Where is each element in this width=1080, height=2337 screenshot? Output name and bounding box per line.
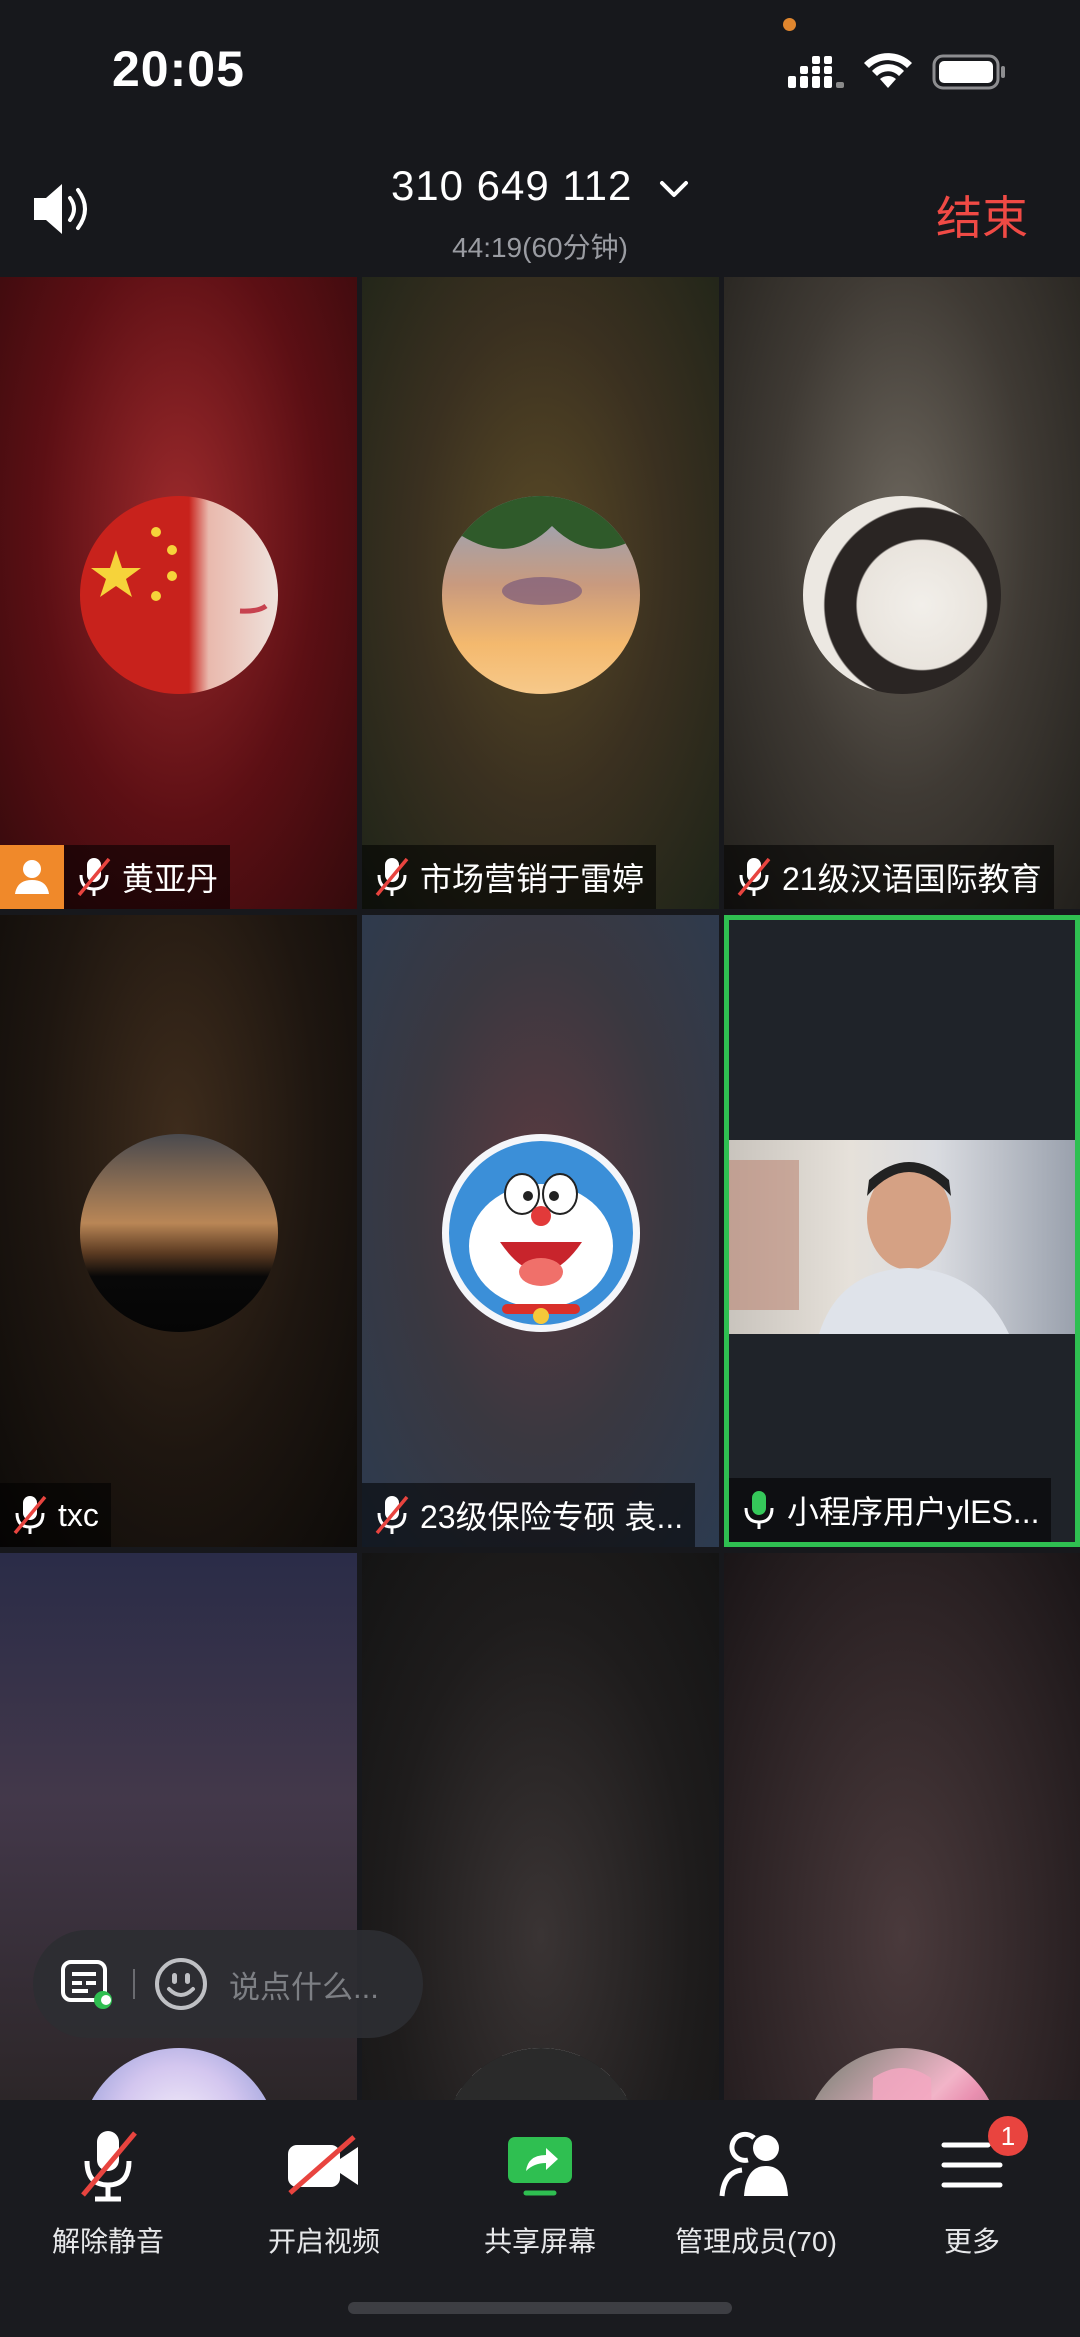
wifi-icon [864, 53, 912, 88]
avatar [79, 2048, 278, 2100]
mic-muted-icon [375, 857, 409, 897]
avatar [441, 2048, 640, 2100]
avatar [441, 1134, 640, 1332]
person-video-icon [729, 1160, 1009, 1334]
video-icon-wrap [216, 2120, 432, 2210]
status-bar: 20:05 [0, 0, 1080, 140]
participant-tile[interactable] [724, 1553, 1080, 2100]
participant-tile[interactable]: 黄亚丹 [0, 277, 357, 909]
video-off-icon [288, 2135, 358, 2195]
share-screen-icon [508, 2137, 572, 2196]
notification-badge: 1 [988, 2116, 1028, 2156]
name-bar: 黄亚丹 [0, 845, 231, 909]
recording-dot-icon [783, 18, 796, 31]
members-icon-wrap [648, 2120, 864, 2210]
anime-guitar-avatar-icon [872, 2068, 932, 2100]
unmute-button[interactable]: 解除静音 [0, 2120, 216, 2260]
participant-name: 21级汉语国际教育 [782, 861, 1042, 897]
participant-tile[interactable] [362, 1553, 719, 2100]
manage-members-label: 管理成员(70) [675, 2226, 837, 2257]
mic-muted-icon [375, 1495, 409, 1535]
flag-icon [90, 527, 267, 614]
name-bar: txc [0, 1483, 111, 1547]
share-screen-button[interactable]: 共享屏幕 [432, 2120, 648, 2260]
name-bar: 市场营销于雷婷 [362, 845, 657, 909]
meeting-id[interactable]: 310 649 112 [0, 162, 1080, 210]
emoji-icon[interactable] [153, 1956, 209, 2012]
home-indicator [348, 2302, 732, 2314]
avatar [79, 496, 278, 694]
video-feed [729, 1140, 1075, 1334]
meeting-duration: 44:19(60分钟) [452, 232, 628, 263]
meeting-id-text: 310 649 112 [390, 162, 633, 209]
stairs-avatar-icon [441, 2048, 640, 2100]
more-label: 更多 [943, 2226, 1000, 2257]
manage-members-button[interactable]: 管理成员(70) [648, 2120, 864, 2260]
participant-name: 市场营销于雷婷 [420, 861, 645, 897]
mic-active-icon [744, 1491, 774, 1529]
participant-tile[interactable]: 市场营销于雷婷 [362, 277, 719, 909]
avatar [803, 2048, 1001, 2100]
participant-name: 23级保险专硕 袁... [420, 1499, 684, 1535]
host-badge [0, 845, 64, 909]
subtitle-chat-icon[interactable] [59, 1956, 115, 2012]
mic-muted-icon [77, 857, 111, 897]
start-video-button[interactable]: 开启视频 [216, 2120, 432, 2260]
end-meeting-button[interactable]: 结束 [936, 182, 1028, 248]
name-bar: 23级保险专硕 袁... [362, 1483, 696, 1547]
participant-tile[interactable]: 21级汉语国际教育 [724, 277, 1080, 909]
doraemon-avatar-icon [448, 1141, 633, 1325]
unmute-icon-wrap [0, 2120, 216, 2210]
signal-icon [788, 56, 844, 88]
chat-placeholder[interactable]: 说点什么... [229, 1962, 379, 2007]
more-icon-wrap [864, 2120, 1080, 2210]
active-speaker-tile[interactable]: 小程序用户ylES... [724, 915, 1080, 1547]
battery-icon [932, 54, 1005, 90]
start-video-label: 开启视频 [267, 2226, 380, 2257]
avatar [79, 1134, 278, 1332]
members-icon [719, 2131, 788, 2197]
mic-muted-icon [737, 857, 771, 897]
mic-muted-icon [13, 1495, 47, 1535]
participant-name: txc [58, 1496, 99, 1533]
host-user-icon [15, 860, 49, 894]
mic-muted-icon [81, 2131, 137, 2202]
chevron-down-icon[interactable] [659, 179, 689, 199]
chat-input-bar[interactable]: 说点什么... [33, 1930, 423, 2038]
divider [133, 1969, 135, 1999]
status-time: 20:05 [112, 41, 245, 97]
participant-name: 黄亚丹 [122, 861, 219, 897]
participant-tile[interactable]: 23级保险专硕 袁... [362, 915, 719, 1547]
share-screen-label: 共享屏幕 [483, 2226, 596, 2257]
landscape-icon [441, 496, 640, 605]
name-bar: 小程序用户ylES... [729, 1478, 1052, 1542]
more-button[interactable]: 1 更多 [864, 2116, 1080, 2260]
unmute-label: 解除静音 [51, 2226, 164, 2257]
avatar [803, 496, 1001, 694]
avatar [441, 496, 640, 694]
share-icon-wrap [432, 2120, 648, 2210]
participant-grid: 黄亚丹 市场营销于雷婷 21级汉语国际教育 txc 23级保险专硕 袁... 小… [0, 277, 1080, 2100]
participant-tile[interactable]: txc [0, 915, 357, 1547]
name-bar: 21级汉语国际教育 [724, 845, 1054, 909]
participant-name: 小程序用户ylES... [787, 1494, 1040, 1530]
